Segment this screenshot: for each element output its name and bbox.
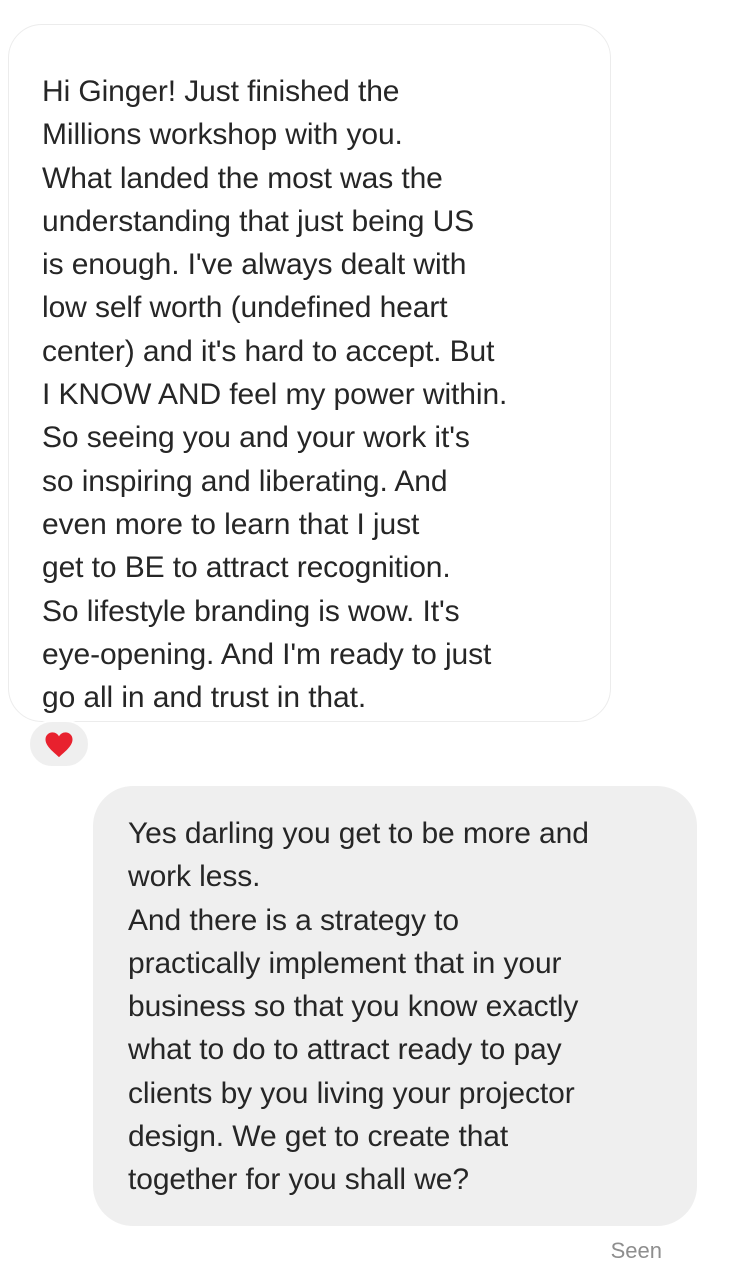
heart-icon bbox=[45, 731, 73, 757]
message-line: eye-opening. And I'm ready to just bbox=[42, 637, 492, 671]
message-line: Yes darling you get to be more and bbox=[128, 817, 589, 850]
message-line: work less. bbox=[128, 860, 261, 894]
message-line: business so that you know exactly bbox=[128, 990, 579, 1024]
incoming-message-bubble[interactable]: Hi Ginger! Just finished the Millions wo… bbox=[8, 24, 611, 722]
incoming-message-text: Hi Ginger! Just finished the Millions wo… bbox=[42, 70, 610, 719]
message-line: even more to learn that I just bbox=[42, 507, 420, 541]
heart-reaction[interactable] bbox=[28, 720, 90, 768]
message-line: What landed the most was the bbox=[42, 161, 443, 195]
message-line: So lifestyle branding is wow. It's bbox=[42, 594, 460, 628]
message-line: design. We get to create that bbox=[128, 1120, 509, 1154]
message-line: clients by you living your projector bbox=[128, 1076, 575, 1110]
message-line: so inspiring and liberating. And bbox=[42, 464, 448, 498]
message-line: Hi Ginger! Just finished the bbox=[42, 75, 400, 108]
message-line: understanding that just being US bbox=[42, 204, 475, 238]
outgoing-message-bubble[interactable]: Yes darling you get to be more and work … bbox=[93, 786, 697, 1226]
message-line: I KNOW AND feel my power within. bbox=[42, 378, 508, 412]
message-line: what to do to attract ready to pay bbox=[128, 1033, 562, 1067]
message-line: together for you shall we? bbox=[128, 1163, 469, 1197]
seen-status: Seen bbox=[610, 1238, 662, 1263]
message-line: go all in and trust in that. bbox=[42, 681, 367, 715]
message-line: So seeing you and your work it's bbox=[42, 421, 470, 455]
message-line: low self worth (undefined heart bbox=[42, 291, 448, 325]
message-line: center) and it's hard to accept. But bbox=[42, 334, 495, 368]
message-line: practically implement that in your bbox=[128, 946, 562, 980]
message-line: get to BE to attract recognition. bbox=[42, 551, 451, 585]
message-line: is enough. I've always dealt with bbox=[42, 248, 467, 282]
outgoing-message-text: Yes darling you get to be more and work … bbox=[128, 812, 697, 1202]
message-line: Millions workshop with you. bbox=[42, 118, 403, 152]
message-line: And there is a strategy to bbox=[128, 903, 459, 937]
